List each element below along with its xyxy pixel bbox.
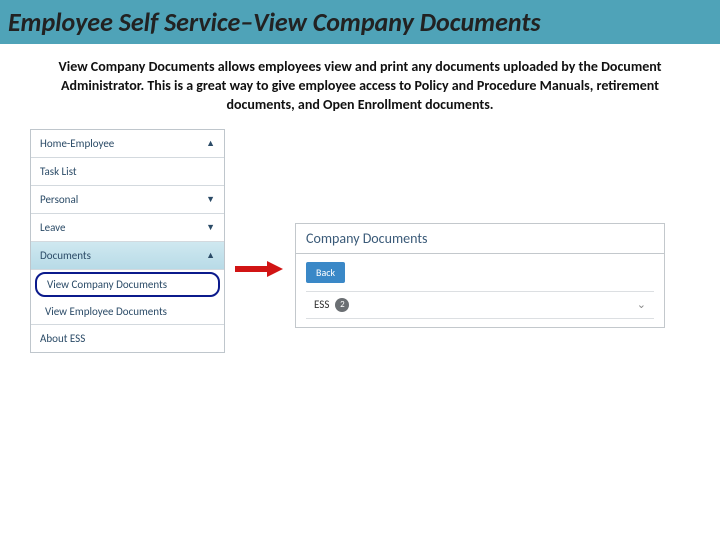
caret-down-icon: ▼	[206, 194, 215, 205]
sidebar-item-leave[interactable]: Leave ▼	[31, 214, 224, 242]
sidebar-item-about-ess[interactable]: About ESS	[31, 325, 224, 352]
sidebar-item-label: Leave	[40, 221, 66, 234]
back-button[interactable]: Back	[306, 262, 345, 283]
sidebar-subitem-label: View Company Documents	[47, 278, 167, 291]
sidebar-subitem-view-company-documents[interactable]: View Company Documents	[35, 272, 220, 297]
ess-folder-row[interactable]: ESS 2 ⌄	[306, 291, 654, 319]
sidebar-nav: Home-Employee ▲ Task List Personal ▼ Lea…	[30, 129, 225, 353]
sidebar-item-personal[interactable]: Personal ▼	[31, 186, 224, 214]
title-bar: Employee Self Service–View Company Docum…	[0, 0, 720, 44]
chevron-down-icon: ⌄	[637, 298, 646, 311]
panel-header: Company Documents	[296, 224, 664, 254]
sidebar-subitem-view-employee-documents[interactable]: View Employee Documents	[31, 299, 224, 325]
sidebar-item-documents[interactable]: Documents ▲	[31, 242, 224, 270]
count-badge: 2	[335, 298, 349, 312]
ess-row-label: ESS	[314, 298, 329, 311]
sidebar-item-tasklist[interactable]: Task List	[31, 158, 224, 186]
content-area: Home-Employee ▲ Task List Personal ▼ Lea…	[0, 125, 720, 357]
sidebar-item-label: Task List	[40, 165, 77, 178]
company-documents-panel: Company Documents Back ESS 2 ⌄	[295, 223, 665, 328]
ess-row-left: ESS 2	[314, 298, 349, 312]
sidebar-item-label: Personal	[40, 193, 78, 206]
callout-arrow	[233, 259, 283, 279]
sidebar-item-label: Documents	[40, 249, 91, 262]
sidebar-item-label: Home-Employee	[40, 137, 114, 150]
caret-up-icon: ▲	[206, 138, 215, 149]
sidebar-item-label: About ESS	[40, 332, 85, 345]
description-text: View Company Documents allows employees …	[0, 44, 720, 125]
sidebar-subitem-label: View Employee Documents	[45, 305, 167, 318]
panel-body: Back ESS 2 ⌄	[296, 254, 664, 327]
page-title: Employee Self Service–View Company Docum…	[8, 6, 712, 38]
caret-up-icon: ▲	[206, 250, 215, 261]
caret-down-icon: ▼	[206, 222, 215, 233]
arrow-right-icon	[233, 259, 283, 279]
sidebar-item-home[interactable]: Home-Employee ▲	[31, 130, 224, 158]
